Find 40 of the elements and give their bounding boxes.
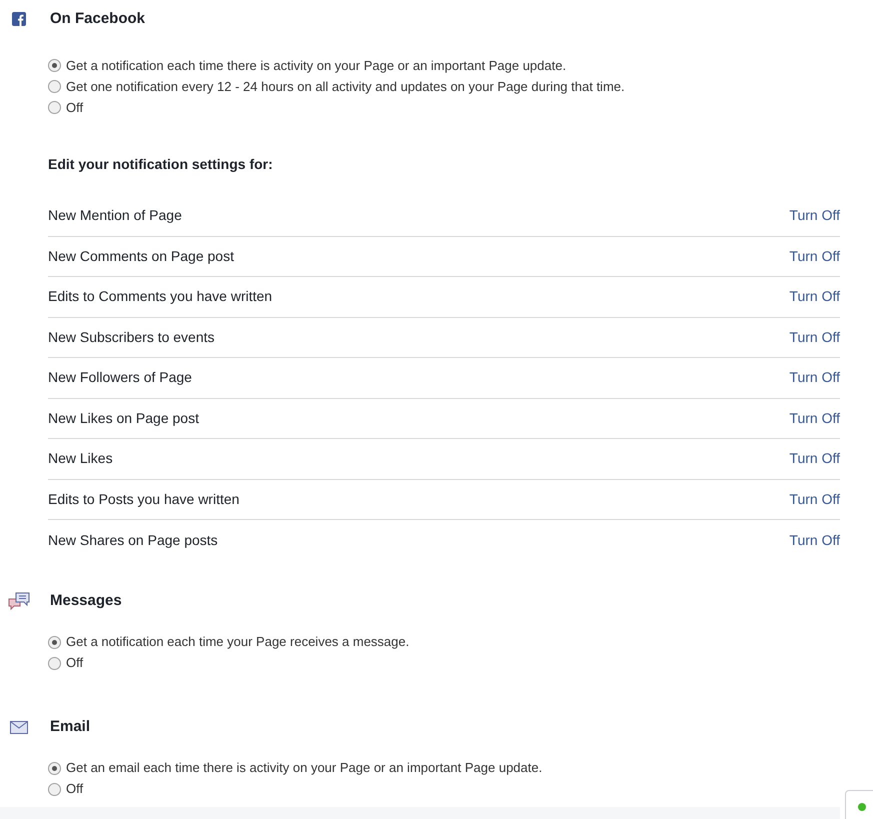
setting-label: New Subscribers to events [48, 328, 215, 347]
setting-label: New Likes on Page post [48, 408, 199, 428]
chat-bubbles-icon [8, 592, 30, 612]
section-heading: On Facebook [50, 8, 146, 29]
option-label: Get a notification each time there is activity on your Page or an important Page update. [66, 56, 566, 75]
radio-button[interactable] [48, 80, 61, 93]
settings-heading: Edit your notification settings for: [48, 155, 274, 174]
turn-off-link[interactable]: Turn Off [789, 448, 840, 470]
option-label: Off [66, 98, 84, 117]
turn-off-link[interactable]: Turn Off [789, 326, 840, 348]
radio-button[interactable] [48, 782, 61, 796]
setting-label: New Followers of Page [48, 368, 192, 388]
radio-button[interactable] [48, 636, 61, 648]
turn-off-link[interactable]: Turn Off [789, 530, 840, 551]
setting-label: New Mention of Page [48, 206, 182, 226]
radio-button[interactable] [48, 656, 61, 670]
setting-label: New Shares on Page posts [48, 530, 218, 550]
radio-button[interactable] [48, 101, 61, 114]
turn-off-link[interactable]: Turn Off [789, 286, 840, 308]
radio-button[interactable] [48, 762, 61, 774]
setting-label: Edits to Comments you have written [48, 287, 272, 306]
setting-label: New Comments on Page post [48, 246, 234, 266]
option-label: Off [66, 780, 84, 798]
facebook-logo-icon [12, 12, 26, 26]
turn-off-link[interactable]: Turn Off [789, 246, 840, 267]
option-label: Off [66, 654, 84, 672]
turn-off-link[interactable]: Turn Off [789, 408, 840, 429]
option-label: Get a notification each time your Page receives a message. [66, 633, 410, 652]
turn-off-link[interactable]: Turn Off [789, 488, 840, 510]
radio-button[interactable] [48, 59, 61, 72]
turn-off-link[interactable]: Turn Off [789, 205, 840, 226]
online-dot-icon [858, 803, 866, 811]
envelope-icon [10, 721, 28, 734]
section-heading: Email [50, 717, 90, 738]
setting-label: Edits to Posts you have written [48, 490, 240, 509]
option-label: Get an email each time there is activity on your Page or an important Page update. [66, 759, 542, 778]
turn-off-link[interactable]: Turn Off [789, 367, 840, 388]
option-label: Get one notification every 12 - 24 hours on all activity and updates on your Page during that time. [66, 78, 625, 96]
section-heading: Messages [50, 591, 122, 612]
setting-label: New Likes [48, 449, 113, 468]
